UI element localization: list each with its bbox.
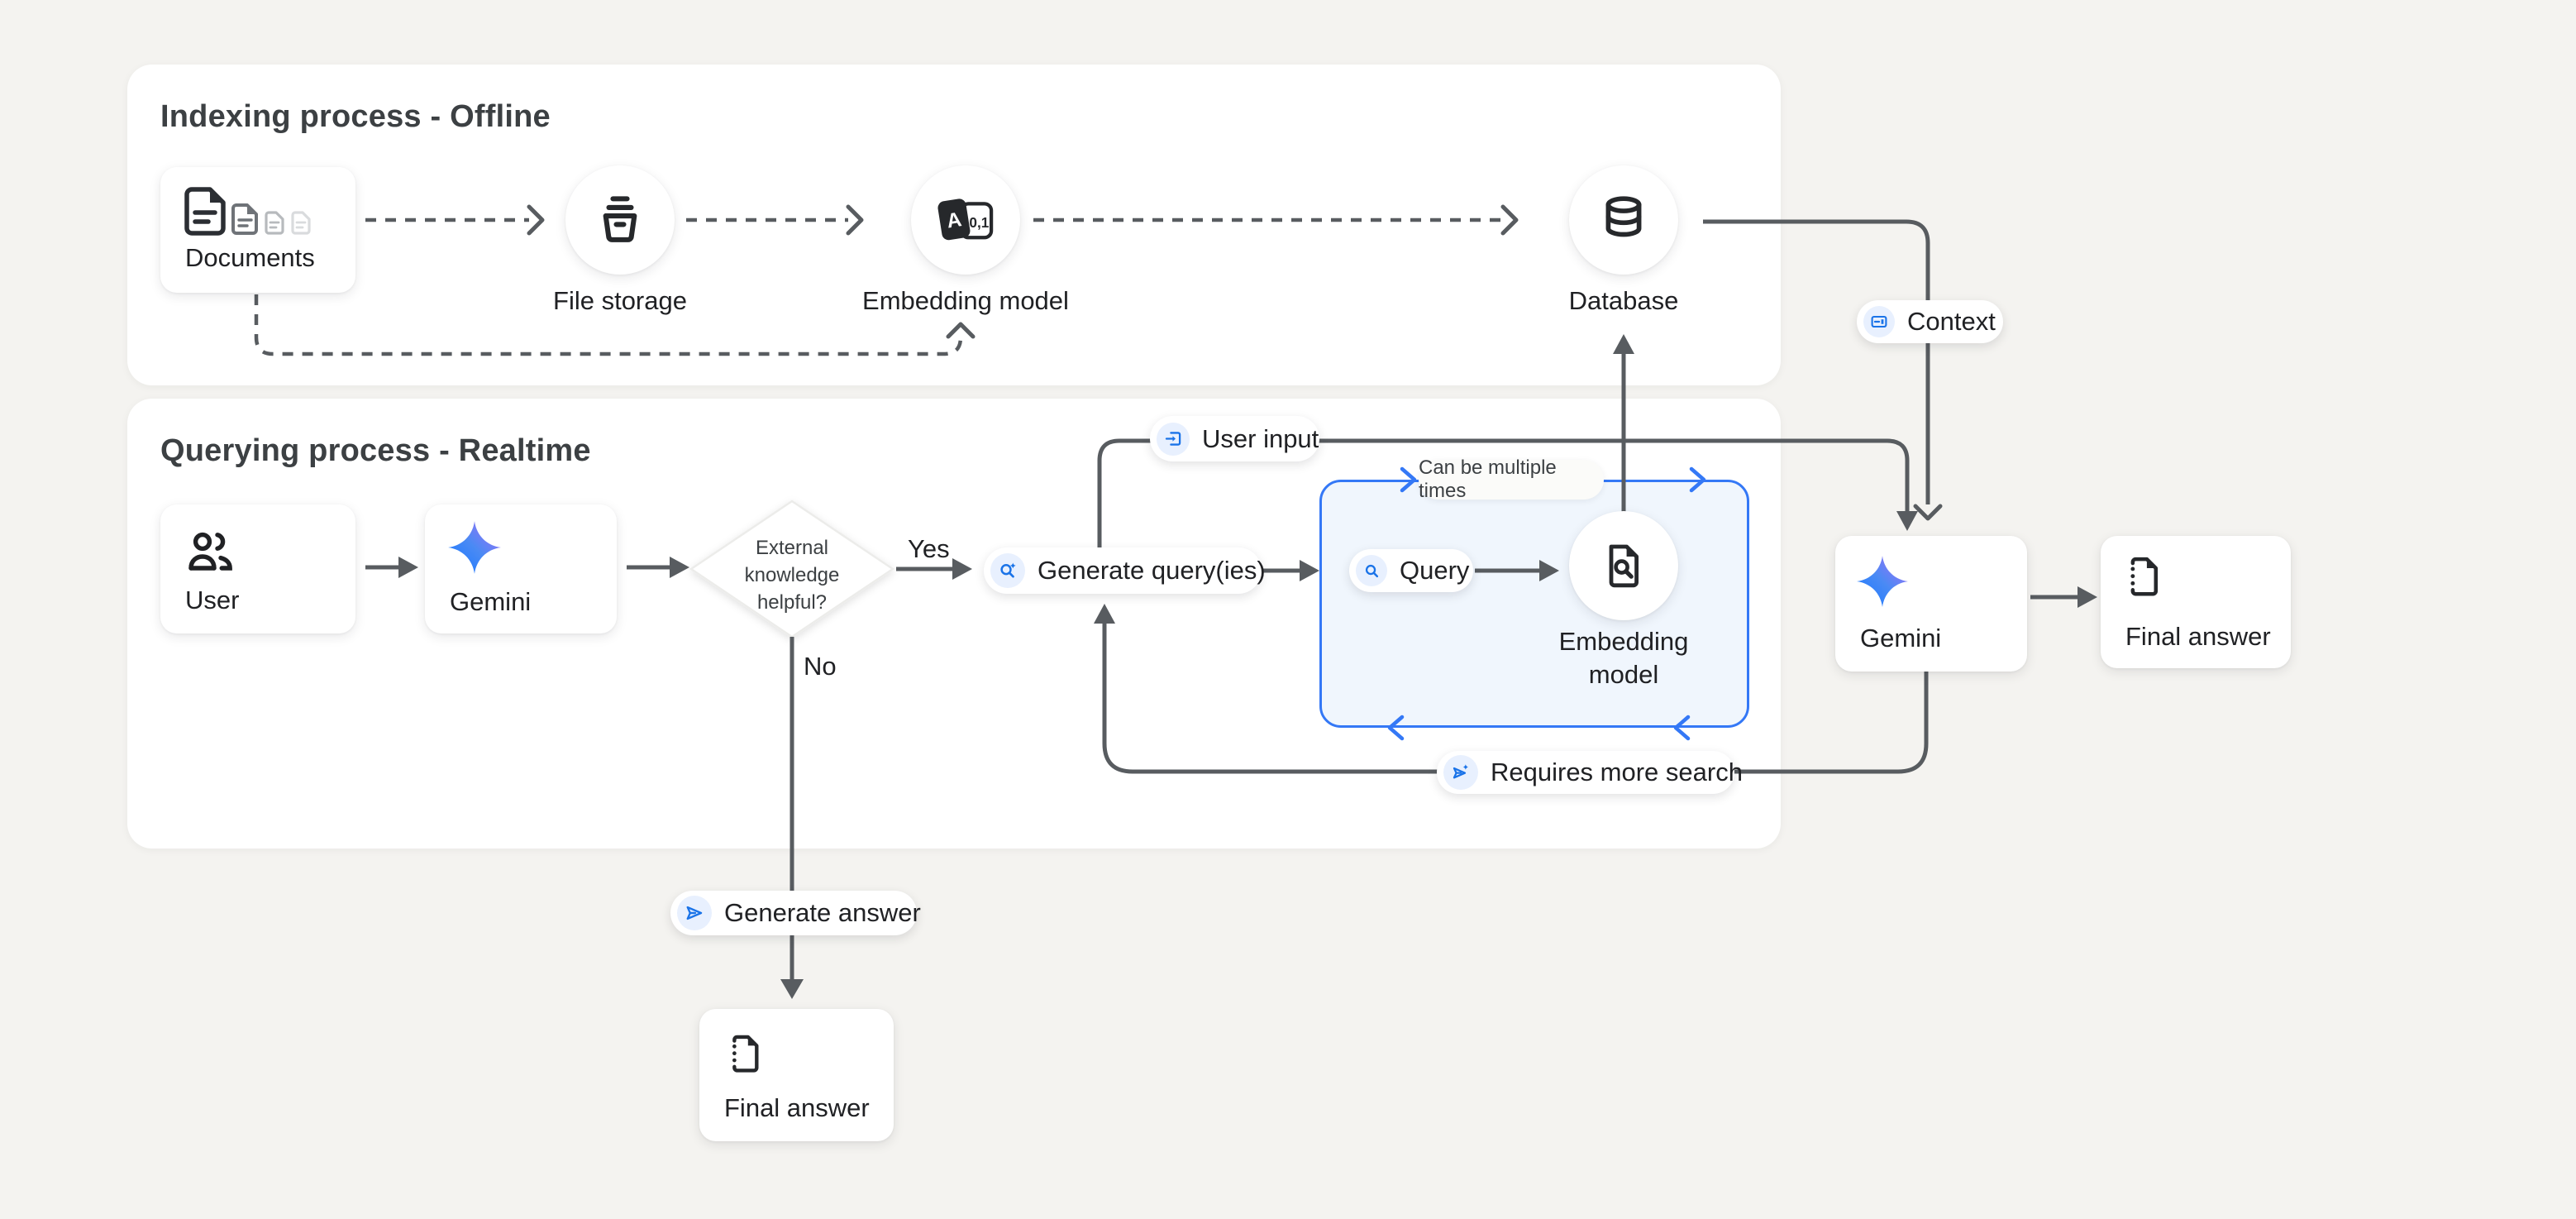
file-icon	[723, 1030, 769, 1077]
arrowhead-loopbox	[1300, 560, 1319, 581]
database-label: Database	[1458, 284, 1789, 318]
generate-answer-label: Generate answer	[724, 898, 921, 928]
query-pill: Query	[1349, 549, 1473, 592]
search-icon	[1356, 555, 1387, 586]
arrowhead-genqueries-return	[1094, 604, 1115, 624]
svg-text:0,1: 0,1	[969, 214, 989, 231]
embedding-realtime-line1: Embedding	[1458, 625, 1789, 658]
context-label: Context	[1907, 307, 1996, 337]
gemini-right-label: Gemini	[1860, 624, 1941, 653]
embedding-realtime-line2: model	[1458, 658, 1789, 691]
loop-chevron-top-left	[1402, 469, 1414, 490]
edge-database-context-to-gemini	[1703, 222, 1928, 504]
loop-note: Can be multiple times	[1419, 460, 1604, 500]
yes-label: Yes	[908, 534, 950, 564]
arrowhead-genqueries	[952, 558, 972, 580]
arrowhead-embedding	[848, 207, 861, 233]
file-search-icon	[1597, 539, 1650, 592]
arrowhead-feedback-up	[948, 324, 973, 337]
embedding-model-offline-label: Embedding model	[800, 284, 1131, 318]
user-node: User	[160, 504, 355, 633]
arrowhead-finalanswer-right	[2077, 586, 2097, 608]
generate-queries-pill: Generate query(ies)	[984, 547, 1262, 594]
search-sparkle-icon	[990, 553, 1025, 588]
input-icon	[1157, 423, 1190, 456]
gemini-left-label: Gemini	[450, 587, 531, 617]
users-icon	[184, 526, 238, 577]
arrowhead-gemini-left	[398, 557, 418, 578]
arrowhead-finalanswer-bottom	[780, 979, 804, 999]
embedding-model-offline-node: 0,1 A	[911, 165, 1020, 275]
arrowhead-gemini-right-userinput	[1896, 511, 1918, 531]
gemini-right-node: Gemini	[1835, 536, 2027, 672]
diagram-stage: Indexing process - Offline Querying proc…	[0, 0, 2576, 1219]
file-storage-node	[565, 165, 675, 275]
requires-more-search-pill: Requires more search	[1437, 751, 1734, 794]
arrowhead-embedding-circle	[1539, 560, 1559, 581]
arrowhead-decision	[670, 557, 689, 578]
arrowhead-database-up	[1613, 334, 1634, 354]
gemini-star-icon	[446, 519, 503, 576]
storage-bucket-icon	[590, 190, 650, 250]
arrowhead-filestorage	[529, 207, 542, 233]
user-input-label: User input	[1202, 424, 1319, 454]
loop-chevron-top-right	[1691, 469, 1704, 490]
send-sparkle-icon	[1443, 755, 1478, 790]
final-answer-right-node: Final answer	[2101, 536, 2291, 668]
requires-more-search-label: Requires more search	[1491, 758, 1743, 787]
generate-answer-pill: Generate answer	[670, 891, 917, 935]
decision-label: External knowledge helpful?	[722, 534, 862, 616]
file-storage-label: File storage	[455, 284, 785, 318]
query-label: Query	[1400, 556, 1469, 586]
loop-chevron-bottom-left	[1390, 717, 1402, 739]
generate-queries-label: Generate query(ies)	[1038, 556, 1266, 586]
user-input-pill: User input	[1150, 416, 1319, 461]
documents-label: Documents	[185, 243, 315, 273]
documents-stack-icon	[180, 185, 314, 238]
file-icon	[2120, 552, 2168, 600]
user-label: User	[185, 586, 239, 615]
indexing-title: Indexing process - Offline	[160, 99, 551, 135]
text-to-numbers-icon: 0,1 A	[933, 190, 999, 250]
no-label: No	[804, 652, 837, 681]
gemini-left-node: Gemini	[425, 504, 617, 633]
database-node	[1569, 165, 1678, 275]
arrowhead-gemini-right-context	[1915, 506, 1940, 519]
querying-title: Querying process - Realtime	[160, 433, 591, 469]
final-answer-bottom-node: Final answer	[699, 1009, 894, 1141]
final-answer-bottom-label: Final answer	[724, 1093, 870, 1123]
embedding-model-realtime-node	[1569, 511, 1678, 620]
embedding-model-realtime-label: Embedding model	[1458, 625, 1789, 691]
documents-node: Documents	[160, 167, 355, 293]
context-icon	[1863, 306, 1895, 337]
arrowhead-database-dashed	[1503, 207, 1516, 233]
loop-chevron-bottom-right	[1676, 717, 1688, 739]
database-icon	[1595, 191, 1653, 249]
context-pill: Context	[1857, 300, 2003, 343]
gemini-star-icon	[1855, 554, 1910, 609]
final-answer-right-label: Final answer	[2125, 622, 2271, 652]
send-icon	[677, 896, 712, 930]
